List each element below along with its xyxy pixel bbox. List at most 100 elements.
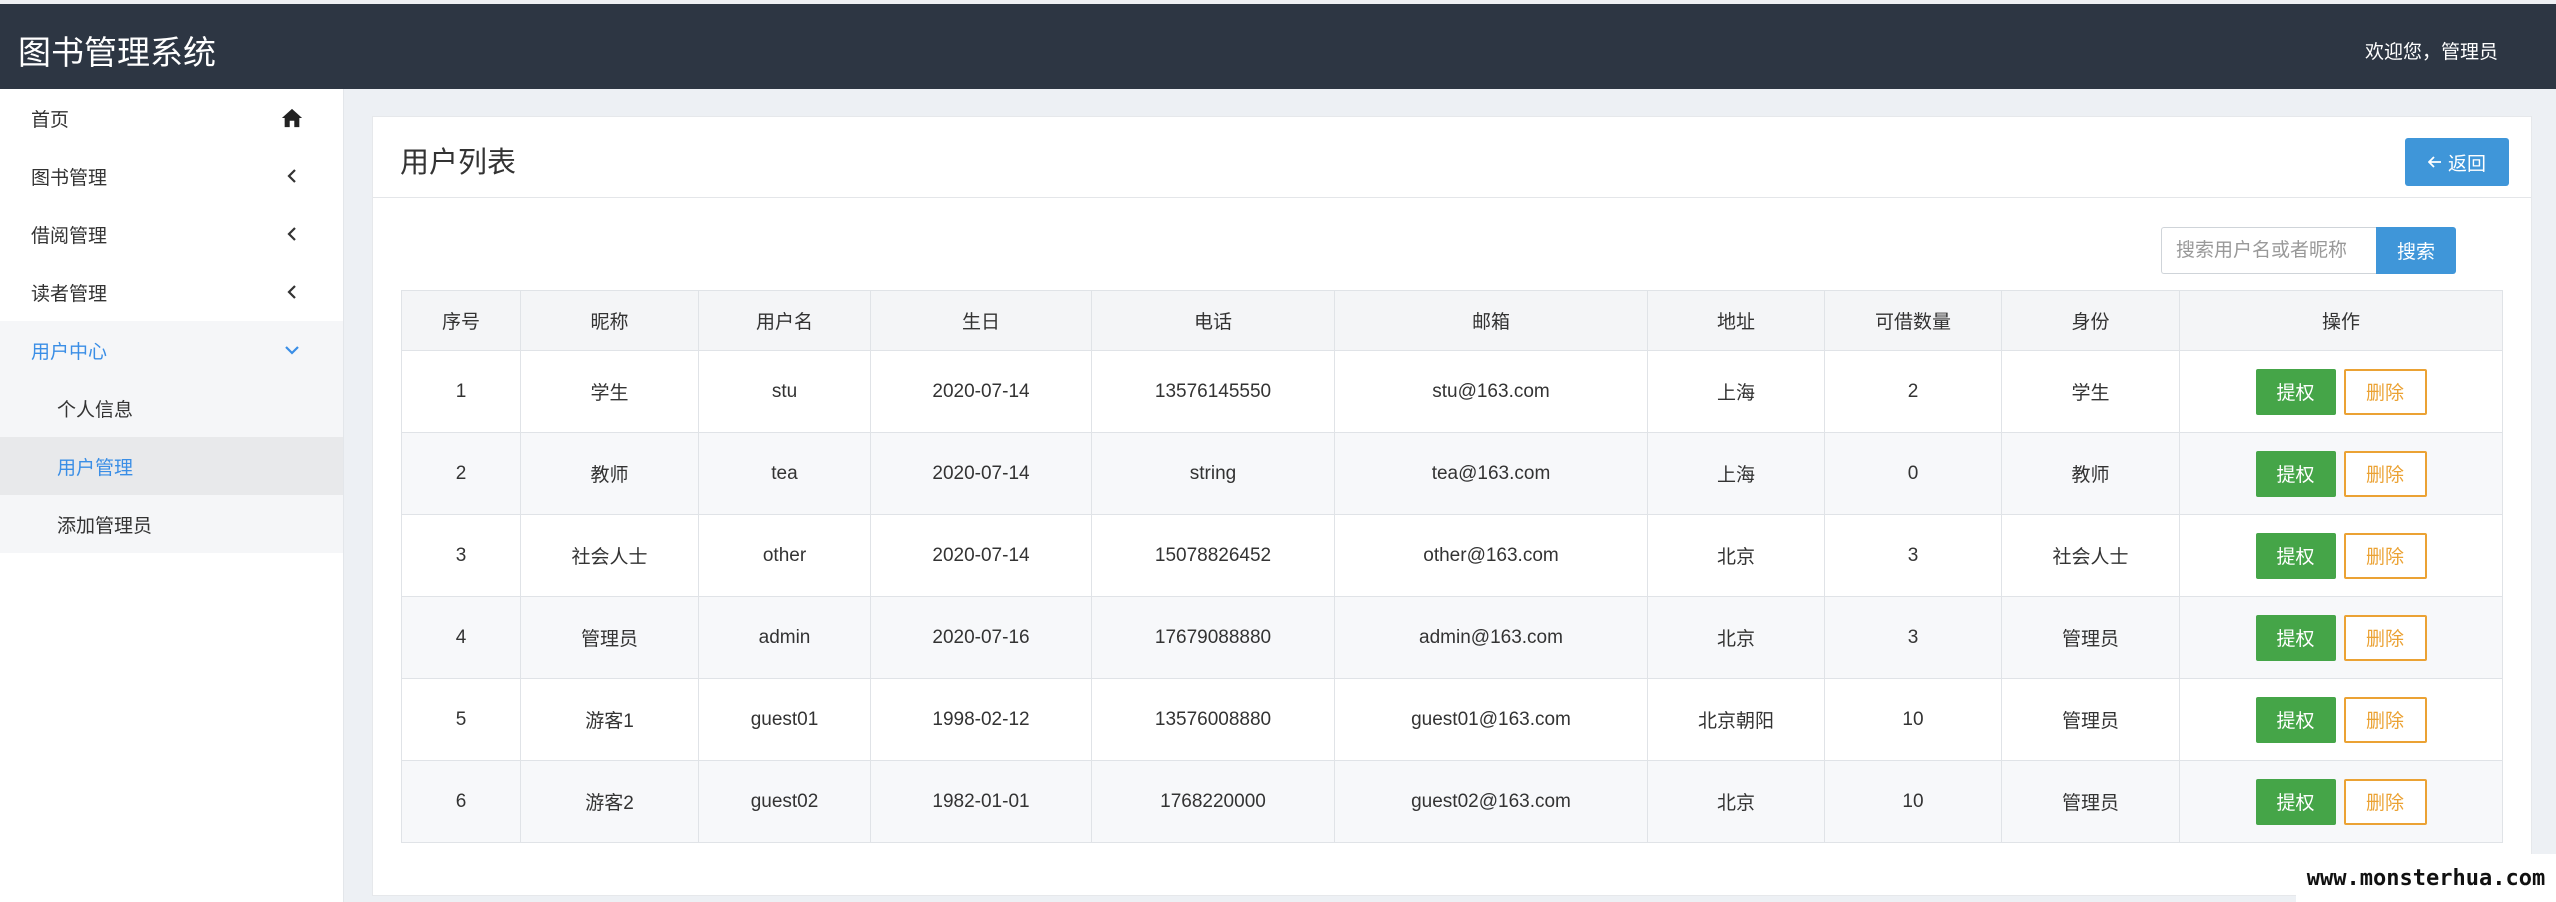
table-cell: 13576145550 — [1091, 350, 1335, 433]
delete-button[interactable]: 删除 — [2343, 614, 2427, 661]
table-row: 1 学生 stu 2020-07-14 13576145550 stu@163.… — [401, 350, 2503, 433]
sidebar-subitem-label: 个人信息 — [57, 398, 134, 421]
table-cell: 1998-02-12 — [870, 678, 1092, 761]
table-cell: 10 — [1824, 678, 2002, 761]
table-cell: 13576008880 — [1091, 678, 1335, 761]
sidebar-item-user-center[interactable]: 用户中心 — [0, 321, 343, 379]
table-cell: 北京 — [1647, 760, 1825, 843]
page-title: 用户列表 — [400, 145, 517, 179]
table-cell: stu@163.com — [1334, 350, 1648, 433]
table-cell: tea — [698, 432, 871, 515]
grant-button[interactable]: 提权 — [2255, 778, 2336, 825]
delete-button[interactable]: 删除 — [2343, 696, 2427, 743]
delete-button[interactable]: 删除 — [2343, 532, 2427, 579]
table-row: 5 游客1 guest01 1998-02-12 13576008880 gue… — [401, 678, 2503, 761]
table-header-row: 序号 昵称 用户名 生日 电话 邮箱 地址 可借数量 身份 操作 — [401, 290, 2503, 351]
arrow-left-icon — [2427, 151, 2442, 173]
table-cell: 管理员 — [520, 596, 699, 679]
delete-button[interactable]: 删除 — [2343, 778, 2427, 825]
table-cell: tea@163.com — [1334, 432, 1648, 515]
table-row: 4 管理员 admin 2020-07-16 17679088880 admin… — [401, 596, 2503, 679]
grant-button[interactable]: 提权 — [2255, 532, 2336, 579]
column-header: 序号 — [401, 290, 521, 351]
sidebar-item-label: 借阅管理 — [31, 224, 108, 247]
grant-button[interactable]: 提权 — [2255, 696, 2336, 743]
table-cell: 上海 — [1647, 350, 1825, 433]
table-cell: 2020-07-14 — [870, 514, 1092, 597]
table-cell: 教师 — [2001, 432, 2180, 515]
table-cell: 3 — [401, 514, 521, 597]
action-cell: 提权 删除 — [2179, 760, 2503, 843]
column-header: 生日 — [870, 290, 1092, 351]
table-cell: 2020-07-14 — [870, 432, 1092, 515]
sidebar-item-label: 读者管理 — [31, 282, 108, 305]
sidebar-subitem-label: 用户管理 — [57, 456, 134, 479]
table-cell: guest02 — [698, 760, 871, 843]
sidebar: 首页 图书管理 借阅管理 读者管理 用户中心 个人信息 用户管理 添加管理员 — [0, 89, 344, 902]
column-header: 昵称 — [520, 290, 699, 351]
back-button-label: 返回 — [2447, 152, 2486, 175]
table-cell: 2020-07-14 — [870, 350, 1092, 433]
table-cell: guest01 — [698, 678, 871, 761]
grant-button[interactable]: 提权 — [2255, 368, 2336, 415]
chevron-down-icon — [281, 339, 303, 361]
home-icon — [281, 107, 303, 129]
table-row: 3 社会人士 other 2020-07-14 15078826452 othe… — [401, 514, 2503, 597]
sidebar-item-reader-management[interactable]: 读者管理 — [0, 263, 343, 321]
table-cell: 17679088880 — [1091, 596, 1335, 679]
back-button[interactable]: 返回 — [2405, 138, 2509, 186]
grant-button[interactable]: 提权 — [2255, 614, 2336, 661]
search-button[interactable]: 搜索 — [2376, 227, 2456, 274]
table-cell: 社会人士 — [520, 514, 699, 597]
sidebar-item-label: 用户中心 — [31, 340, 108, 363]
column-header: 地址 — [1647, 290, 1825, 351]
table-cell: other — [698, 514, 871, 597]
sidebar-subitem-add-admin[interactable]: 添加管理员 — [0, 495, 343, 553]
table-cell: guest01@163.com — [1334, 678, 1648, 761]
action-cell: 提权 删除 — [2179, 514, 2503, 597]
top-navbar: 图书管理系统 欢迎您，管理员 — [0, 4, 2556, 89]
grant-button[interactable]: 提权 — [2255, 450, 2336, 497]
panel-header: 用户列表 返回 — [373, 117, 2531, 198]
table-cell: 上海 — [1647, 432, 1825, 515]
table-cell: 10 — [1824, 760, 2002, 843]
table-cell: other@163.com — [1334, 514, 1648, 597]
sidebar-item-home[interactable]: 首页 — [0, 89, 343, 147]
table-cell: 0 — [1824, 432, 2002, 515]
delete-button[interactable]: 删除 — [2343, 368, 2427, 415]
table-cell: 6 — [401, 760, 521, 843]
action-cell: 提权 删除 — [2179, 432, 2503, 515]
sidebar-subitem-personal-info[interactable]: 个人信息 — [0, 379, 343, 437]
sidebar-item-book-management[interactable]: 图书管理 — [0, 147, 343, 205]
watermark-text: www.monsterhua.com — [2296, 854, 2556, 902]
column-header: 操作 — [2179, 290, 2503, 351]
table-cell: 2020-07-16 — [870, 596, 1092, 679]
table-cell: 学生 — [520, 350, 699, 433]
sidebar-subitem-user-management[interactable]: 用户管理 — [0, 437, 343, 495]
action-cell: 提权 删除 — [2179, 678, 2503, 761]
table-cell: 游客1 — [520, 678, 699, 761]
user-table: 序号 昵称 用户名 生日 电话 邮箱 地址 可借数量 身份 操作 1 学生 st… — [401, 290, 2503, 843]
table-cell: 管理员 — [2001, 760, 2180, 843]
table-cell: 15078826452 — [1091, 514, 1335, 597]
chevron-left-icon — [281, 223, 303, 245]
search-input[interactable] — [2161, 227, 2376, 274]
table-cell: 5 — [401, 678, 521, 761]
chevron-left-icon — [281, 165, 303, 187]
sidebar-item-borrow-management[interactable]: 借阅管理 — [0, 205, 343, 263]
table-cell: guest02@163.com — [1334, 760, 1648, 843]
user-list-panel: 用户列表 返回 搜索 序号 昵称 用户名 生日 电话 邮箱 地址 可借数量 身份 — [372, 116, 2532, 896]
table-cell: 3 — [1824, 514, 2002, 597]
table-cell: 社会人士 — [2001, 514, 2180, 597]
table-cell: 1768220000 — [1091, 760, 1335, 843]
column-header: 身份 — [2001, 290, 2180, 351]
table-cell: 学生 — [2001, 350, 2180, 433]
action-cell: 提权 删除 — [2179, 596, 2503, 679]
column-header: 邮箱 — [1334, 290, 1648, 351]
delete-button[interactable]: 删除 — [2343, 450, 2427, 497]
table-cell: 管理员 — [2001, 678, 2180, 761]
table-cell: 2 — [1824, 350, 2002, 433]
table-cell: 教师 — [520, 432, 699, 515]
table-row: 2 教师 tea 2020-07-14 string tea@163.com 上… — [401, 432, 2503, 515]
table-cell: 北京 — [1647, 514, 1825, 597]
